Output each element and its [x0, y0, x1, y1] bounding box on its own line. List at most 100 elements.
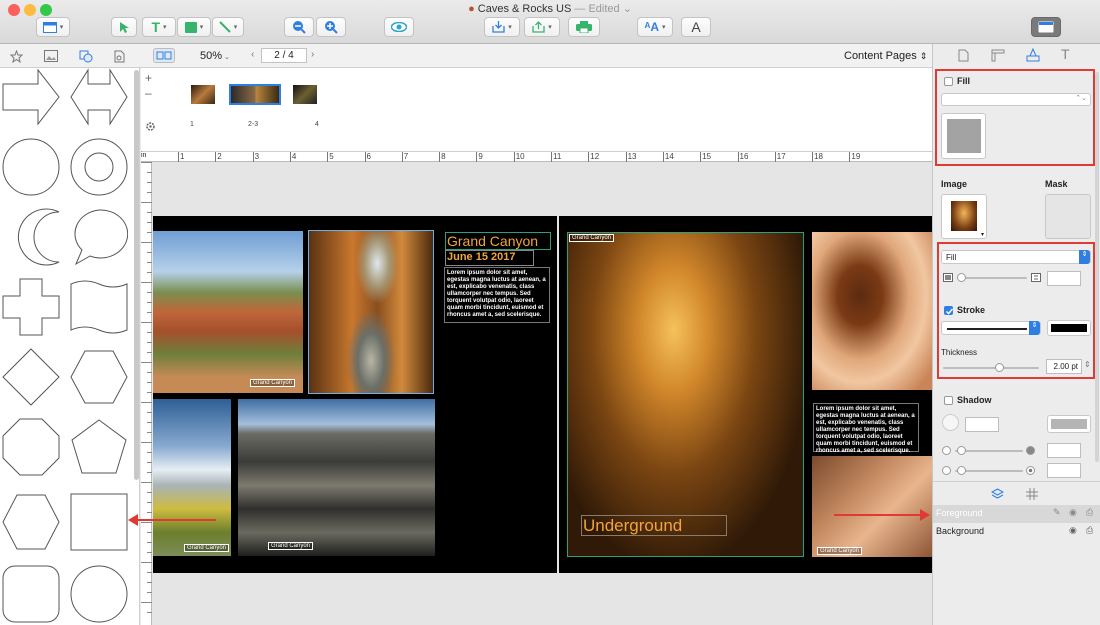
layout-view-button[interactable]: ▾: [36, 17, 70, 37]
page-thumbnail-4[interactable]: [293, 85, 317, 104]
speech-bubble-shape[interactable]: [70, 208, 128, 266]
layer-row-background[interactable]: Background ◉ ⎙: [933, 523, 1100, 541]
layer-row-foreground[interactable]: Foreground ✎ ◉ ⎙: [933, 505, 1100, 523]
page-number-field[interactable]: 2 / 4: [261, 48, 307, 63]
shapes-tab-icon[interactable]: [79, 50, 93, 63]
shape-tool-button[interactable]: ▾: [177, 17, 211, 37]
page-body-text[interactable]: Lorem ipsum dolor sit amet, egestas magn…: [444, 267, 550, 323]
import-button[interactable]: ▾: [484, 17, 520, 37]
opacity-slider-knob[interactable]: [957, 273, 966, 282]
pentagon-shape[interactable]: [70, 418, 128, 476]
page-heading[interactable]: Grand Canyon: [445, 232, 551, 250]
cross-shape[interactable]: [2, 278, 60, 336]
fill-mode-select[interactable]: Fill ⇕: [941, 250, 1091, 264]
ruler-tick: [147, 222, 152, 223]
shadow-color-well[interactable]: [1047, 415, 1091, 433]
shadow-checkbox[interactable]: [944, 396, 953, 405]
pancake-rocks-photo[interactable]: Grand Canyon: [238, 399, 435, 556]
image-well[interactable]: ▾: [941, 194, 987, 239]
remove-page-button[interactable]: –: [145, 86, 152, 100]
thickness-slider-knob[interactable]: [995, 363, 1004, 372]
double-arrow-shape[interactable]: [70, 68, 128, 126]
square-shape[interactable]: [70, 493, 128, 551]
hexagon-vertical-shape[interactable]: [70, 348, 128, 406]
text-tool-button[interactable]: T ▾: [142, 17, 176, 37]
rounded-square-shape[interactable]: [2, 565, 60, 623]
shadow-blur-slider-knob[interactable]: [957, 466, 966, 475]
stroke-color-well[interactable]: [1047, 320, 1091, 336]
spread-view-button[interactable]: [153, 48, 175, 63]
mountain-flowers-photo[interactable]: [153, 399, 231, 556]
print-button[interactable]: [568, 17, 600, 37]
document-tab-icon[interactable]: [958, 49, 969, 62]
thickness-label: Thickness: [941, 348, 978, 357]
fill-color-well[interactable]: [941, 113, 986, 159]
select-tool-button[interactable]: [111, 17, 137, 37]
image-tab-icon[interactable]: [44, 50, 58, 62]
previous-page-button[interactable]: ‹: [251, 49, 254, 60]
right-page[interactable]: Grand Canyon Underground Grand Canyon Lo…: [559, 216, 932, 573]
text-style-button[interactable]: ᴬA ▾: [637, 17, 673, 37]
content-pages-select[interactable]: Content Pages ⇕: [844, 50, 927, 62]
fill-type-select[interactable]: ⌃⌄: [941, 93, 1091, 106]
layout-tab-icon[interactable]: [991, 49, 1005, 62]
clipart-tab-icon[interactable]: [113, 50, 125, 63]
shadow-offset-field[interactable]: [1047, 443, 1081, 458]
shapes-scrollbar[interactable]: [134, 70, 139, 480]
wave-banner-shape[interactable]: [70, 278, 128, 336]
stroke-checkbox[interactable]: [944, 306, 954, 315]
octagon-shape[interactable]: [2, 418, 60, 476]
donut-shape[interactable]: [70, 138, 128, 196]
preview-button[interactable]: [384, 17, 414, 37]
diamond-shape[interactable]: [2, 348, 60, 406]
printer-icon[interactable]: ⎙: [1086, 507, 1093, 518]
text-tab-icon[interactable]: T: [1061, 46, 1070, 62]
shadow-blur-field[interactable]: [1047, 463, 1081, 478]
crescent-shape[interactable]: [2, 208, 60, 266]
page-body-text[interactable]: Lorem ipsum dolor sit amet, egestas magn…: [813, 403, 919, 454]
eye-icon[interactable]: ◉: [1069, 525, 1077, 536]
next-page-button[interactable]: ›: [311, 49, 314, 60]
shadow-angle-field[interactable]: [965, 417, 999, 432]
mask-well[interactable]: [1045, 194, 1091, 239]
star-shapes-tab-icon[interactable]: [10, 50, 23, 63]
thickness-stepper[interactable]: ⇕: [1084, 360, 1091, 369]
layers-stack-icon[interactable]: [991, 488, 1004, 500]
circle-outline-shape[interactable]: [70, 565, 128, 623]
zoom-in-button[interactable]: [316, 17, 346, 37]
style-tab-icon[interactable]: [1026, 48, 1040, 62]
pencil-icon[interactable]: ✎: [1053, 507, 1061, 518]
inspector-scrollbar[interactable]: [1095, 72, 1099, 462]
stroke-style-select[interactable]: ⇕: [941, 321, 1041, 335]
canyon-hoodoos-photo[interactable]: Grand Canyon: [153, 231, 303, 393]
page-thumbnail-1[interactable]: [191, 85, 215, 104]
arrow-right-shape[interactable]: [2, 68, 60, 126]
thickness-field[interactable]: 2.00 pt: [1046, 359, 1082, 374]
inspector-toggle-button[interactable]: [1031, 17, 1061, 37]
eye-icon[interactable]: ◉: [1069, 507, 1077, 518]
printer-icon[interactable]: ⎙: [1086, 525, 1093, 536]
opacity-slider-track[interactable]: [957, 277, 1027, 279]
canyon-wall-photo[interactable]: Grand Canyon: [812, 456, 932, 557]
slot-canyon-photo-selected[interactable]: [308, 230, 434, 394]
line-tool-button[interactable]: ▾: [212, 17, 244, 37]
page-date[interactable]: June 15 2017: [445, 250, 534, 266]
zoom-level-select[interactable]: 50% ⌄: [200, 50, 230, 62]
fonts-button[interactable]: A: [681, 17, 711, 37]
grid-icon[interactable]: [1026, 488, 1038, 500]
export-button[interactable]: ▾: [524, 17, 560, 37]
fill-checkbox[interactable]: [944, 77, 953, 86]
thickness-slider-track[interactable]: [943, 367, 1039, 369]
circle-shape[interactable]: [2, 138, 60, 196]
cave-formations-photo[interactable]: Grand Canyon Underground: [567, 232, 804, 557]
zoom-out-button[interactable]: [284, 17, 314, 37]
page-thumbnail-2-3[interactable]: [229, 84, 281, 105]
shadow-angle-dial[interactable]: [942, 414, 959, 431]
hexagon-shape[interactable]: [2, 493, 60, 551]
add-page-button[interactable]: +: [145, 71, 152, 85]
gear-icon[interactable]: [145, 121, 156, 132]
opacity-field[interactable]: [1047, 271, 1081, 286]
underground-title[interactable]: Underground: [581, 515, 727, 536]
sandstone-arch-photo[interactable]: [812, 232, 932, 390]
shadow-offset-slider-knob[interactable]: [957, 446, 966, 455]
